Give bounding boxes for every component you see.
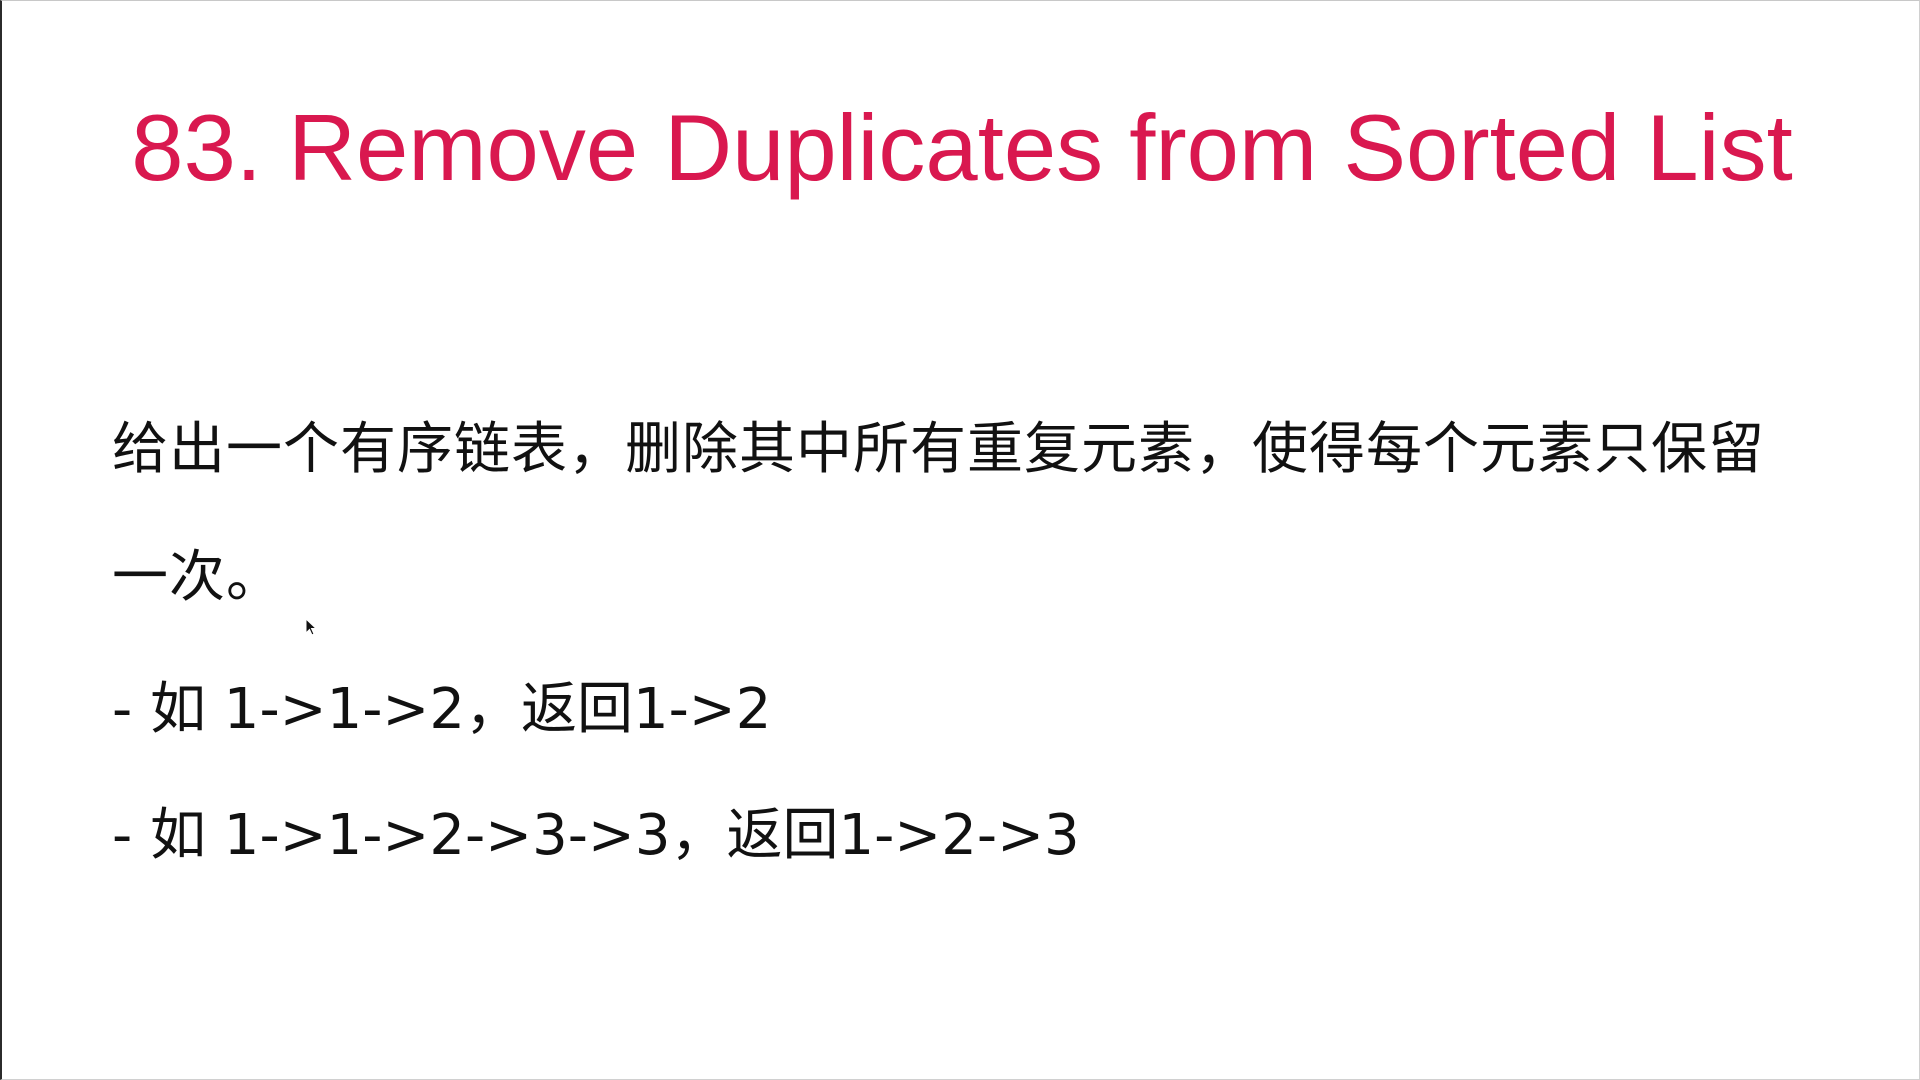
slide-frame: 83. Remove Duplicates from Sorted List 给… [0,0,1920,1080]
mouse-pointer-icon [305,618,317,636]
slide-title: 83. Remove Duplicates from Sorted List [131,95,1793,200]
problem-description: 给出一个有序链表，删除其中所有重复元素，使得每个元素只保留一次。 [112,417,1765,610]
example-item: - 如 1->1->2，返回1->2 [112,677,772,742]
example-item: - 如 1->1->2->3->3，返回1->2->3 [112,803,1080,868]
slide-content: 给出一个有序链表，删除其中所有重复元素，使得每个元素只保留一次。 - 如 1->… [112,386,1812,868]
